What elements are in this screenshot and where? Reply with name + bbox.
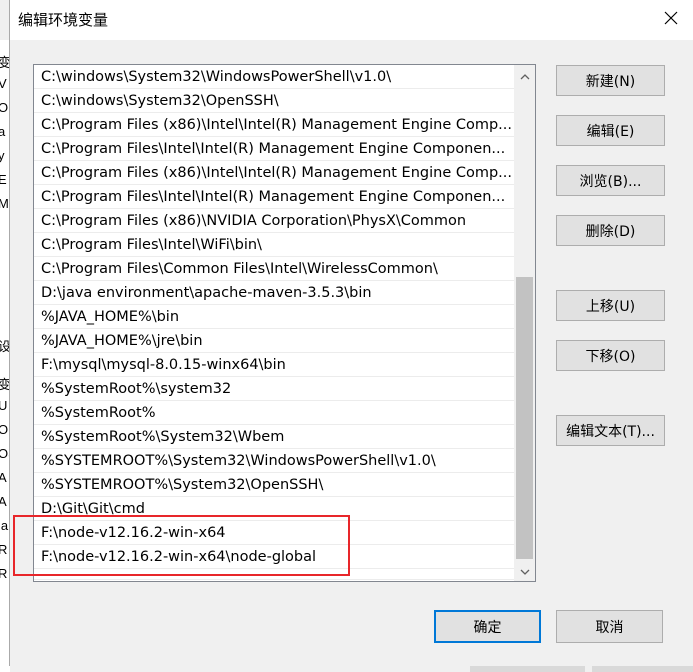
path-list-item[interactable]: C:\Program Files\Common Files\Intel\Wire… (34, 257, 514, 281)
vertical-scrollbar[interactable] (514, 65, 535, 581)
cancel-button[interactable]: 取消 (556, 610, 663, 643)
background-button-edge (592, 666, 693, 672)
move-up-button[interactable]: 上移(U) (556, 290, 665, 321)
edit-button[interactable]: 编辑(E) (556, 115, 665, 146)
chevron-up-icon (520, 68, 530, 84)
path-list: C:\windows\System32\WindowsPowerShell\v1… (34, 65, 514, 580)
bg-fragment: y (0, 148, 5, 163)
bg-fragment: R (0, 542, 8, 557)
move-down-button[interactable]: 下移(O) (556, 340, 665, 371)
bg-fragment: A (0, 494, 7, 509)
path-list-item[interactable]: %SYSTEMROOT%\System32\OpenSSH\ (34, 473, 514, 497)
path-list-item[interactable]: C:\Program Files\Intel\Intel(R) Manageme… (34, 137, 514, 161)
scroll-down-button[interactable] (514, 560, 535, 581)
title-bar: 编辑环境变量 (10, 0, 693, 40)
path-list-item[interactable]: %SYSTEMROOT%\System32\WindowsPowerShell\… (34, 449, 514, 473)
bg-fragment: M (0, 196, 9, 211)
new-button[interactable]: 新建(N) (556, 65, 665, 96)
close-icon (664, 11, 678, 29)
path-list-item[interactable]: C:\windows\System32\WindowsPowerShell\v1… (34, 65, 514, 89)
path-list-item[interactable]: %JAVA_HOME%\bin (34, 305, 514, 329)
path-list-item[interactable]: %SystemRoot% (34, 401, 514, 425)
path-list-item[interactable]: D:\Git\Git\cmd (34, 497, 514, 521)
bg-fragment: a (0, 124, 6, 139)
path-list-item[interactable]: C:\windows\System32\OpenSSH\ (34, 89, 514, 113)
ok-button[interactable]: 确定 (434, 610, 541, 643)
scroll-up-button[interactable] (514, 65, 535, 86)
bg-fragment: R (0, 566, 8, 581)
path-listbox[interactable]: C:\windows\System32\WindowsPowerShell\v1… (33, 64, 536, 582)
path-list-item-empty[interactable] (34, 569, 514, 580)
path-list-item[interactable]: F:\mysql\mysql-8.0.15-winx64\bin (34, 353, 514, 377)
chevron-down-icon (520, 563, 530, 579)
path-list-item[interactable]: F:\node-v12.16.2-win-x64 (34, 521, 514, 545)
path-list-item[interactable]: D:\java environment\apache-maven-3.5.3\b… (34, 281, 514, 305)
edit-text-button[interactable]: 编辑文本(T)... (556, 415, 665, 446)
path-list-item[interactable]: C:\Program Files\Intel\Intel(R) Manageme… (34, 185, 514, 209)
path-list-item[interactable]: F:\node-v12.16.2-win-x64\node-global (34, 545, 514, 569)
dialog-title: 编辑环境变量 (18, 11, 109, 29)
path-list-item[interactable]: C:\Program Files (x86)\Intel\Intel(R) Ma… (34, 113, 514, 137)
path-list-item[interactable]: C:\Program Files\Intel\WiFi\bin\ (34, 233, 514, 257)
bg-fragment: E (0, 172, 7, 187)
scrollbar-thumb[interactable] (516, 277, 533, 559)
bg-fragment: la (0, 518, 9, 533)
close-button[interactable] (648, 0, 693, 40)
bg-fragment: A (0, 470, 7, 485)
path-list-item[interactable]: %SystemRoot%\system32 (34, 377, 514, 401)
bg-fragment: U (0, 398, 8, 413)
path-list-item[interactable]: C:\Program Files (x86)\Intel\Intel(R) Ma… (34, 161, 514, 185)
background-button-edge (470, 666, 585, 672)
path-list-item[interactable]: %SystemRoot%\System32\Wbem (34, 425, 514, 449)
delete-button[interactable]: 删除(D) (556, 215, 665, 246)
path-list-item[interactable]: C:\Program Files (x86)\NVIDIA Corporatio… (34, 209, 514, 233)
bg-fragment: V (0, 76, 7, 91)
path-list-item[interactable]: %JAVA_HOME%\jre\bin (34, 329, 514, 353)
edit-env-variable-dialog: 编辑环境变量 C:\windows\System32\WindowsPowerS… (9, 0, 693, 666)
browse-button[interactable]: 浏览(B)... (556, 165, 665, 196)
